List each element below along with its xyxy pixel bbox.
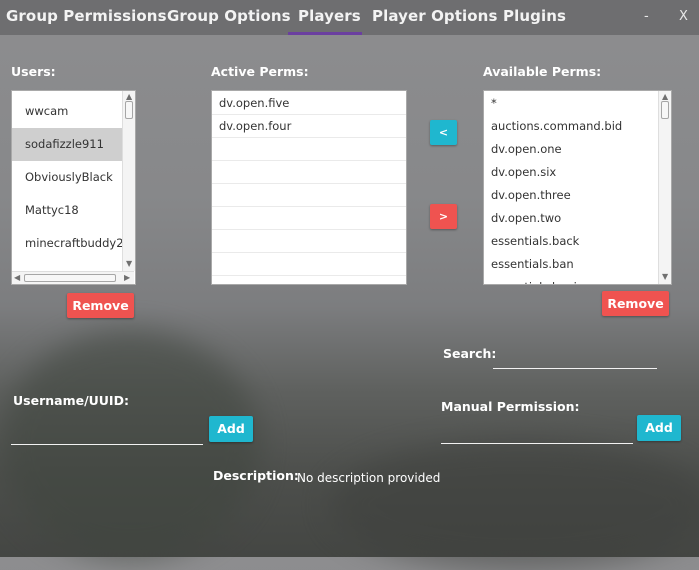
scroll-up-icon[interactable]: ▲ [662, 92, 668, 101]
empty-row [212, 184, 406, 207]
users-vertical-scrollbar[interactable]: ▲ ▼ [122, 91, 135, 271]
scroll-left-icon[interactable]: ◀ [14, 273, 20, 282]
active-perms-label: Active Perms: [211, 64, 309, 79]
scroll-up-icon[interactable]: ▲ [126, 92, 132, 101]
list-item[interactable]: * [484, 92, 658, 115]
list-item[interactable]: dv.open.six [484, 161, 658, 184]
scroll-down-icon[interactable]: ▼ [126, 259, 132, 268]
list-item[interactable]: wwcam [12, 95, 122, 128]
title-bar: Group Permissions Group Options Players … [0, 0, 699, 35]
available-perms-scrollbar[interactable]: ▲ ▼ [658, 91, 671, 284]
tab-group-permissions[interactable]: Group Permissions [6, 7, 167, 25]
tab-players[interactable]: Players [298, 7, 361, 25]
empty-row [212, 207, 406, 230]
description-value: No description provided [297, 471, 441, 485]
list-item[interactable]: dv.open.five [212, 92, 406, 115]
list-item[interactable]: dv.open.two [484, 207, 658, 230]
available-perms-list[interactable]: * auctions.command.bid dv.open.one dv.op… [483, 90, 672, 285]
minimize-button[interactable]: - [644, 9, 649, 24]
empty-row [212, 230, 406, 253]
add-permission-arrow-button[interactable]: < [430, 120, 457, 145]
tab-plugins[interactable]: Plugins [503, 7, 566, 25]
remove-user-button[interactable]: Remove [67, 293, 134, 318]
background-foliage [0, 330, 260, 560]
list-item[interactable]: essentials.banip [484, 276, 658, 284]
scrollbar-thumb[interactable] [661, 101, 669, 119]
list-item[interactable]: essentials.ban [484, 253, 658, 276]
search-input[interactable] [493, 346, 657, 369]
description-label: Description: [213, 468, 299, 483]
add-permission-button[interactable]: Add [637, 415, 681, 441]
remove-available-perm-button[interactable]: Remove [602, 291, 669, 316]
remove-permission-arrow-button[interactable]: > [430, 204, 457, 229]
users-list[interactable]: wwcam sodafizzle911 ObviouslyBlack Matty… [11, 90, 136, 285]
list-item[interactable]: dv.open.three [484, 184, 658, 207]
available-perms-label: Available Perms: [483, 64, 602, 79]
scrollbar-thumb[interactable] [125, 101, 133, 119]
close-button[interactable]: X [679, 9, 688, 24]
list-item[interactable]: dv.open.one [484, 138, 658, 161]
list-item[interactable]: Mattyc18 [12, 194, 122, 227]
empty-row [212, 161, 406, 184]
active-perms-list[interactable]: dv.open.five dv.open.four [211, 90, 407, 285]
empty-row [212, 138, 406, 161]
list-item-selected[interactable]: sodafizzle911 [12, 128, 122, 161]
add-user-button[interactable]: Add [209, 416, 253, 442]
list-item[interactable]: minecraftbuddy22 [12, 227, 131, 260]
username-input[interactable] [11, 422, 203, 445]
scroll-right-icon[interactable]: ▶ [124, 273, 130, 282]
background-ground [330, 440, 699, 570]
tab-group-options[interactable]: Group Options [167, 7, 291, 25]
tab-player-options[interactable]: Player Options [372, 7, 497, 25]
manual-permission-input[interactable] [441, 421, 633, 444]
active-tab-indicator [288, 32, 362, 35]
manual-permission-label: Manual Permission: [441, 399, 580, 414]
list-item[interactable]: dv.open.four [212, 115, 406, 138]
username-label: Username/UUID: [13, 393, 129, 408]
users-horizontal-scrollbar[interactable]: ◀ ▶ [12, 271, 134, 284]
users-label: Users: [11, 64, 56, 79]
list-item[interactable]: ObviouslyBlack [12, 161, 122, 194]
list-item[interactable]: essentials.back [484, 230, 658, 253]
search-label: Search: [443, 346, 497, 361]
scrollbar-thumb[interactable] [24, 274, 116, 282]
list-item[interactable]: auctions.command.bid [484, 115, 658, 138]
scroll-down-icon[interactable]: ▼ [662, 272, 668, 281]
empty-row [212, 253, 406, 276]
